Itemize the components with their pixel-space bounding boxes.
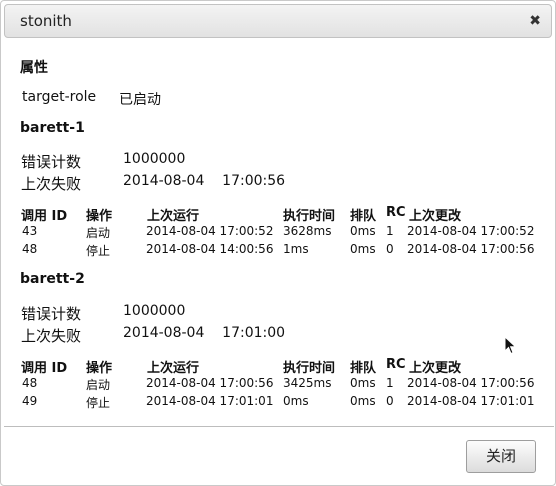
cell-last-change: 2014-08-04 17:00:56 [407, 376, 535, 390]
cell-rc: 0 [386, 242, 394, 256]
node-heading: barett-2 [20, 271, 85, 287]
col-header-last-run: 上次运行 [147, 361, 200, 376]
close-button[interactable]: 关闭 [466, 440, 536, 473]
col-header-exec-time: 执行时间 [283, 209, 336, 224]
col-header-last-change: 上次更改 [409, 361, 462, 376]
col-header-last-run: 上次运行 [147, 209, 200, 224]
col-header-exec-time: 执行时间 [283, 361, 336, 376]
cell-queue: 0ms [350, 224, 376, 238]
cell-last-change: 2014-08-04 17:00:52 [407, 224, 535, 238]
fail-count-value: 1000000 [123, 151, 186, 167]
col-header-last-change: 上次更改 [409, 209, 462, 224]
col-header-call-id: 调用 ID [21, 209, 68, 224]
cell-last-run: 2014-08-04 17:00:56 [146, 376, 274, 390]
cell-exec-time: 3628ms [283, 224, 332, 238]
cell-call-id: 48 [22, 376, 38, 390]
cell-queue: 0ms [350, 376, 376, 390]
mouse-cursor-icon [504, 336, 517, 355]
cell-exec-time: 1ms [283, 242, 309, 256]
last-failure-label: 上次失败 [21, 175, 82, 193]
properties-heading: 属性 [20, 60, 48, 76]
close-icon[interactable]: ✖ [529, 13, 541, 29]
fail-count-label: 错误计数 [21, 305, 82, 323]
col-header-op: 操作 [86, 361, 113, 376]
fail-count-value: 1000000 [123, 303, 186, 319]
col-header-rc: RC [386, 357, 406, 372]
cell-call-id: 43 [22, 224, 38, 238]
cell-op: 启动 [86, 226, 111, 240]
footer-divider [4, 426, 554, 427]
fail-count-label: 错误计数 [21, 153, 82, 171]
cell-op: 启动 [86, 378, 111, 392]
cell-exec-time: 3425ms [283, 376, 332, 390]
cell-op: 停止 [86, 244, 111, 258]
cell-exec-time: 0ms [283, 394, 309, 408]
cell-rc: 1 [386, 376, 394, 390]
cell-rc: 0 [386, 394, 394, 408]
cell-last-run: 2014-08-04 17:01:01 [146, 394, 274, 408]
cell-last-run: 2014-08-04 14:00:56 [146, 242, 274, 256]
last-failure-value: 2014-08-04 17:00:56 [123, 173, 286, 189]
col-header-queue: 排队 [350, 209, 377, 224]
col-header-op: 操作 [86, 209, 113, 224]
cell-last-change: 2014-08-04 17:00:56 [407, 242, 535, 256]
node-heading: barett-1 [20, 120, 85, 136]
col-header-call-id: 调用 ID [21, 361, 68, 376]
cell-last-run: 2014-08-04 17:00:52 [146, 224, 274, 238]
property-value: 已启动 [119, 92, 161, 108]
last-failure-label: 上次失败 [21, 327, 82, 345]
cell-queue: 0ms [350, 394, 376, 408]
cell-call-id: 49 [22, 394, 38, 408]
dialog-title: stonith [20, 12, 72, 30]
property-key: target-role [22, 89, 97, 105]
cell-rc: 1 [386, 224, 394, 238]
cell-last-change: 2014-08-04 17:01:01 [407, 394, 535, 408]
col-header-queue: 排队 [350, 361, 377, 376]
cell-call-id: 48 [22, 242, 38, 256]
col-header-rc: RC [386, 205, 406, 220]
dialog-titlebar[interactable]: stonith ✖ [4, 4, 552, 38]
cell-op: 停止 [86, 396, 111, 410]
last-failure-value: 2014-08-04 17:01:00 [123, 325, 286, 341]
stonith-dialog: stonith ✖ 属性 target-role 已启动 barett-1 错误… [0, 0, 556, 486]
cell-queue: 0ms [350, 242, 376, 256]
